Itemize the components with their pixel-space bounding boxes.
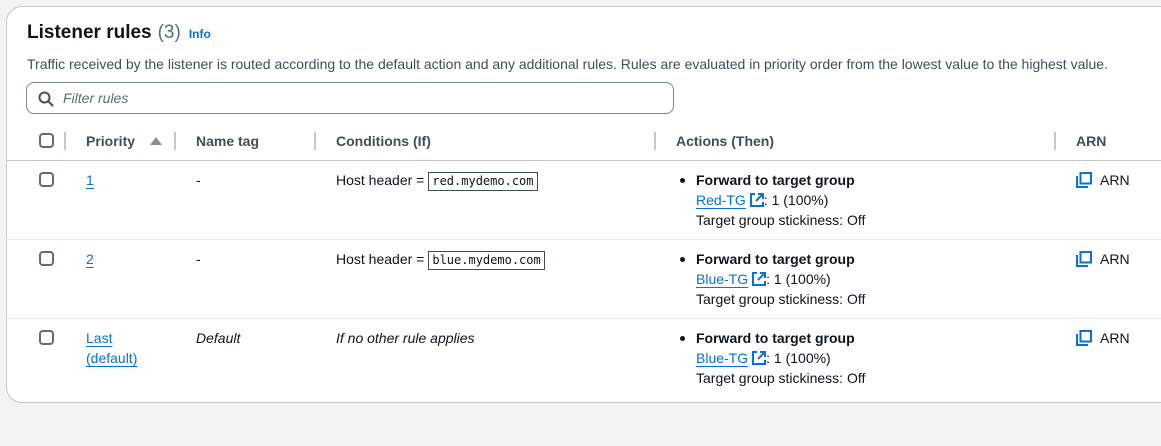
copy-icon: [1076, 251, 1092, 267]
external-link-icon[interactable]: [752, 272, 767, 286]
target-group-link[interactable]: Red-TG: [696, 192, 746, 208]
column-divider[interactable]: [1054, 132, 1056, 150]
row-checkbox[interactable]: [39, 330, 54, 345]
stickiness: Target group stickiness: Off: [696, 291, 866, 307]
target-group-link[interactable]: Blue-TG: [696, 350, 748, 366]
target-group-weight: : 1 (100%): [763, 192, 829, 208]
condition-label: Host header =: [336, 251, 425, 267]
copy-icon: [1076, 330, 1092, 346]
arn-label: ARN: [1100, 172, 1130, 188]
target-group-weight: : 1 (100%): [766, 271, 831, 287]
column-header-priority[interactable]: Priority: [86, 133, 135, 149]
bullet: [680, 178, 685, 183]
row-divider: [6, 239, 1161, 240]
target-group-line: Red-TG : 1 (100%): [696, 192, 828, 208]
column-divider[interactable]: [174, 132, 176, 150]
priority-link[interactable]: 2: [86, 251, 94, 267]
stickiness: Target group stickiness: Off: [696, 370, 866, 386]
rule-count: (3): [157, 22, 181, 43]
column-header-name-tag: Name tag: [196, 133, 260, 149]
condition: Host header = red.mydemo.com: [336, 172, 538, 191]
sort-ascending-icon[interactable]: [150, 137, 162, 145]
column-header-actions: Actions (Then): [676, 133, 774, 149]
condition-value: red.mydemo.com: [428, 172, 538, 191]
select-all-checkbox[interactable]: [39, 133, 54, 148]
column-divider: [64, 132, 66, 150]
condition: If no other rule applies: [336, 330, 475, 346]
external-link-icon[interactable]: [752, 351, 767, 365]
priority-link-suffix[interactable]: (default): [86, 350, 137, 366]
info-link[interactable]: Info: [189, 27, 211, 41]
name-tag: -: [196, 251, 201, 267]
condition: Host header = blue.mydemo.com: [336, 251, 545, 270]
action-title: Forward to target group: [696, 251, 855, 267]
target-group-line: Blue-TG : 1 (100%): [696, 271, 831, 287]
copy-arn-button[interactable]: ARN: [1076, 172, 1130, 188]
target-group-link[interactable]: Blue-TG: [696, 271, 748, 287]
column-header-arn: ARN: [1076, 133, 1107, 149]
copy-icon: [1076, 172, 1092, 188]
column-divider[interactable]: [654, 132, 656, 150]
stickiness: Target group stickiness: Off: [696, 212, 866, 228]
row-divider: [6, 318, 1161, 319]
copy-arn-button[interactable]: ARN: [1076, 330, 1130, 346]
panel-title: Listener rules: [27, 22, 152, 43]
panel-description: Traffic received by the listener is rout…: [27, 56, 1108, 72]
arn-label: ARN: [1100, 251, 1130, 267]
table-header: [6, 124, 1161, 161]
condition-value: blue.mydemo.com: [428, 251, 545, 270]
action-title: Forward to target group: [696, 172, 855, 188]
target-group-line: Blue-TG : 1 (100%): [696, 350, 831, 366]
arn-label: ARN: [1100, 330, 1130, 346]
copy-arn-button[interactable]: ARN: [1076, 251, 1130, 267]
filter-rules-input[interactable]: [63, 88, 653, 108]
column-header-conditions: Conditions (If): [336, 133, 431, 149]
priority-link[interactable]: 1: [86, 172, 94, 188]
search-icon: [38, 91, 54, 107]
name-tag: -: [196, 172, 201, 188]
panel-header: Listener rules (3) Info: [27, 22, 211, 44]
priority-link[interactable]: Last: [86, 330, 112, 346]
row-checkbox[interactable]: [39, 251, 54, 266]
bullet: [680, 257, 685, 262]
external-link-icon[interactable]: [749, 193, 764, 207]
action-title: Forward to target group: [696, 330, 855, 346]
target-group-weight: : 1 (100%): [766, 350, 831, 366]
condition-label: Host header =: [336, 172, 425, 188]
name-tag: Default: [196, 330, 241, 346]
row-checkbox[interactable]: [39, 172, 54, 187]
bullet: [680, 336, 685, 341]
column-divider[interactable]: [314, 132, 316, 150]
filter-rules-field[interactable]: [26, 82, 674, 114]
